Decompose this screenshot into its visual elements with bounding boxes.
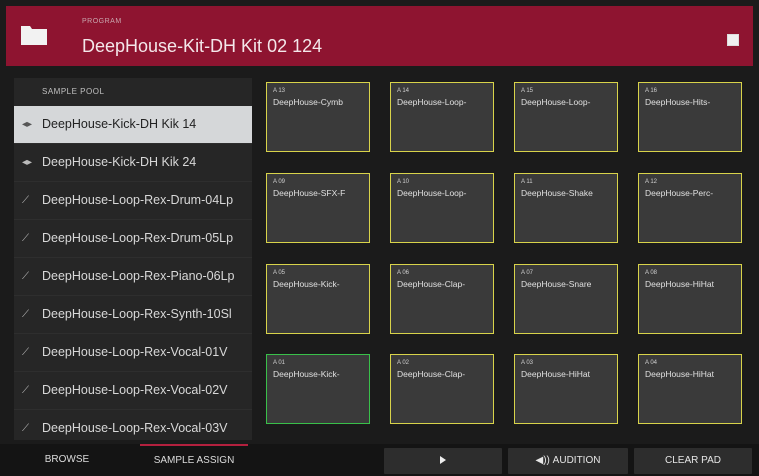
sample-pool-item[interactable]: ⟋ DeepHouse-Loop-Rex-Vocal-02V [14,372,252,410]
pad-number: A 03 [521,360,534,366]
pad-label: DeepHouse-Clap- [397,279,466,289]
folder-icon[interactable] [20,22,48,46]
audition-button[interactable]: ◀)) AUDITION [508,448,628,474]
pad[interactable]: A 14 DeepHouse-Loop- [390,82,494,152]
pad-label: DeepHouse-Kick- [273,279,340,289]
pad[interactable]: A 12 DeepHouse-Perc- [638,173,742,243]
pad-grid: A 13 DeepHouse-Cymb A 14 DeepHouse-Loop-… [266,82,746,428]
pad-label: DeepHouse-HiHat [645,369,714,379]
pad[interactable]: A 04 DeepHouse-HiHat [638,354,742,424]
pad-label: DeepHouse-HiHat [645,279,714,289]
play-icon [440,456,446,465]
sample-pool: SAMPLE POOL ◂▸ DeepHouse-Kick-DH Kik 14 … [14,78,252,440]
pad-number: A 04 [645,360,658,366]
pad-label: DeepHouse-Loop- [521,97,591,107]
sample-pool-item-label: DeepHouse-Loop-Rex-Piano-06Lp [42,269,235,283]
sample-pool-item-label: DeepHouse-Loop-Rex-Drum-05Lp [42,231,234,245]
pad[interactable]: A 09 DeepHouse-SFX-F [266,173,370,243]
pencil-icon: ⟋ [22,309,29,320]
pad-label: DeepHouse-Loop- [397,97,467,107]
pad-number: A 07 [521,270,534,276]
sample-pool-item[interactable]: ⟋ DeepHouse-Loop-Rex-Vocal-01V [14,334,252,372]
audio-icon: ◂▸ [22,119,33,130]
pad-label: DeepHouse-Hits- [645,97,711,107]
pad-label: DeepHouse-SFX-F [273,188,346,198]
pad-number: A 10 [397,179,410,185]
sample-pool-item-label: DeepHouse-Kick-DH Kik 24 [42,155,197,169]
pad-number: A 14 [397,88,410,94]
sample-pool-item-label: DeepHouse-Loop-Rex-Vocal-02V [42,383,228,397]
pad-label: DeepHouse-Kick- [273,369,340,379]
pad[interactable]: A 02 DeepHouse-Clap- [390,354,494,424]
audio-icon: ◂▸ [22,157,33,168]
pad[interactable]: A 08 DeepHouse-HiHat [638,264,742,334]
clear-pad-button[interactable]: CLEAR PAD [634,448,752,474]
kit-label: PROGRAM [82,18,122,25]
pencil-icon: ⟋ [22,347,29,358]
menu-icon[interactable] [727,34,739,46]
pad-label: DeepHouse-Clap- [397,369,466,379]
audition-label: AUDITION [552,455,601,466]
pad[interactable]: A 07 DeepHouse-Snare [514,264,618,334]
pencil-icon: ⟋ [22,385,29,396]
pencil-icon: ⟋ [22,195,29,206]
pad[interactable]: A 16 DeepHouse-Hits- [638,82,742,152]
play-button[interactable] [384,448,502,474]
speaker-icon: ◀)) [535,455,553,466]
sample-pool-item[interactable]: ⟋ DeepHouse-Loop-Rex-Piano-06Lp [14,258,252,296]
sample-pool-item[interactable]: ⟋ DeepHouse-Loop-Rex-Synth-10Sl [14,296,252,334]
pad[interactable]: A 06 DeepHouse-Clap- [390,264,494,334]
pad-label: DeepHouse-Loop- [397,188,467,198]
sample-pool-item-label: DeepHouse-Loop-Rex-Vocal-01V [42,345,228,359]
pad-number: A 13 [273,88,286,94]
pad-number: A 02 [397,360,410,366]
sample-pool-item[interactable]: ⟋ DeepHouse-Loop-Rex-Drum-04Lp [14,182,252,220]
pad[interactable]: A 10 DeepHouse-Loop- [390,173,494,243]
pad[interactable]: A 03 DeepHouse-HiHat [514,354,618,424]
sample-pool-item-label: DeepHouse-Kick-DH Kik 14 [42,117,197,131]
sample-pool-item[interactable]: ◂▸ DeepHouse-Kick-DH Kik 24 [14,144,252,182]
sample-pool-item-label: DeepHouse-Loop-Rex-Drum-04Lp [42,193,234,207]
sample-pool-item-label: DeepHouse-Loop-Rex-Vocal-03V [42,421,228,435]
pad-number: A 15 [521,88,534,94]
sample-pool-item[interactable]: ⟋ DeepHouse-Loop-Rex-Vocal-03V [14,410,252,440]
pad-label: DeepHouse-Perc- [645,188,714,198]
pad-active[interactable]: A 01 DeepHouse-Kick- [266,354,370,424]
pad-label: DeepHouse-Cymb [273,97,343,107]
pencil-icon: ⟋ [22,271,29,282]
pad[interactable]: A 05 DeepHouse-Kick- [266,264,370,334]
pencil-icon: ⟋ [22,233,29,244]
pad[interactable]: A 13 DeepHouse-Cymb [266,82,370,152]
pad-number: A 16 [645,88,658,94]
sample-pool-item[interactable]: ⟋ DeepHouse-Loop-Rex-Drum-05Lp [14,220,252,258]
pad-label: DeepHouse-Snare [521,279,592,289]
tab-sample-assign[interactable]: SAMPLE ASSIGN [140,444,248,476]
pad-number: A 01 [273,360,286,366]
sample-pool-item-label: DeepHouse-Loop-Rex-Synth-10Sl [42,307,232,321]
pad-label: DeepHouse-Shake [521,188,593,198]
pad-number: A 05 [273,270,286,276]
tab-browse[interactable]: BROWSE [0,444,134,476]
pad-number: A 12 [645,179,658,185]
pad[interactable]: A 15 DeepHouse-Loop- [514,82,618,152]
sample-pool-item[interactable]: ◂▸ DeepHouse-Kick-DH Kik 14 [14,106,252,144]
pad-number: A 08 [645,270,658,276]
bottom-toolbar: BROWSE SAMPLE ASSIGN ◀)) AUDITION CLEAR … [0,444,759,476]
sample-pool-title: SAMPLE POOL [42,87,105,96]
kit-name[interactable]: DeepHouse-Kit-DH Kit 02 124 [82,36,322,57]
pad-label: DeepHouse-HiHat [521,369,590,379]
pad[interactable]: A 11 DeepHouse-Shake [514,173,618,243]
pad-number: A 06 [397,270,410,276]
header-bar: PROGRAM DeepHouse-Kit-DH Kit 02 124 [6,6,753,66]
pencil-icon: ⟋ [22,423,29,434]
pad-number: A 11 [521,179,533,185]
pad-number: A 09 [273,179,286,185]
